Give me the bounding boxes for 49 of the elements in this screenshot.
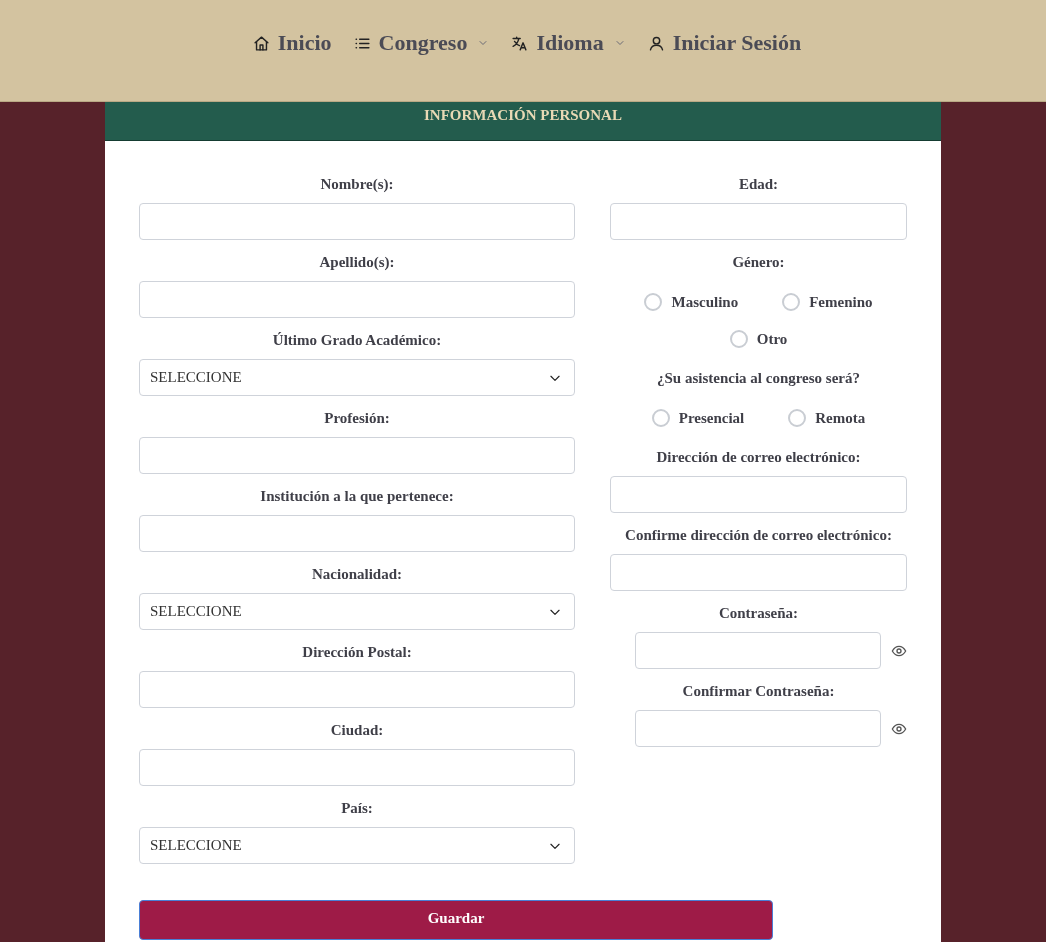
field-label: Confirme dirección de correo electrónico: [624, 526, 893, 545]
input-field[interactable] [139, 281, 575, 318]
field-label: Confirmar Contraseña: [681, 682, 836, 701]
input-field[interactable] [139, 515, 575, 552]
radio-option[interactable]: Otro [729, 328, 788, 350]
nav-link[interactable]: Iniciar Sesión [647, 30, 802, 56]
select-dropdown[interactable]: SELECCIONE [139, 827, 575, 864]
user-icon [647, 34, 665, 52]
field-label: Último Grado Académico: [271, 331, 443, 350]
field-label: Nacionalidad: [311, 565, 403, 584]
input-field[interactable] [610, 554, 907, 591]
section-title: INFORMACIÓN PERSONAL [105, 102, 941, 141]
field-label: Contraseña: [717, 604, 800, 623]
password-field[interactable] [635, 710, 881, 747]
field-label: Dirección Postal: [301, 643, 413, 662]
radio-option[interactable]: Masculino [644, 291, 739, 313]
input-field[interactable] [139, 671, 575, 708]
radio-circle[interactable] [782, 293, 801, 311]
field-label: ¿Su asistencia al congreso será? [655, 369, 862, 388]
input-field[interactable] [139, 749, 575, 786]
radio-circle[interactable] [788, 409, 807, 427]
field-label: Género: [731, 253, 786, 272]
field-label: Institución a la que pertenece: [259, 487, 455, 506]
radio-option[interactable]: Femenino [782, 291, 873, 313]
radio-circle[interactable] [729, 330, 748, 348]
radio-circle[interactable] [651, 409, 670, 427]
radio-option[interactable]: Remota [788, 407, 866, 429]
home-icon [252, 34, 270, 52]
select-dropdown[interactable]: SELECCIONE [139, 593, 575, 630]
radio-circle[interactable] [644, 293, 663, 311]
select-dropdown[interactable]: SELECCIONE [139, 359, 575, 396]
field-label: Dirección de correo electrónico: [655, 448, 862, 467]
field-label: Ciudad: [329, 721, 385, 740]
nav-link[interactable]: Inicio [252, 30, 332, 56]
radio-option[interactable]: Presencial [651, 407, 745, 429]
input-field[interactable] [139, 437, 575, 474]
field-label: Profesión: [323, 409, 391, 428]
input-field[interactable] [610, 203, 907, 240]
input-field[interactable] [610, 476, 907, 513]
field-label: Edad: [737, 175, 780, 194]
field-label: Apellido(s): [318, 253, 396, 272]
password-field[interactable] [635, 632, 881, 669]
nav-link[interactable]: Congreso [353, 30, 490, 56]
translate-icon [511, 34, 529, 52]
field-label: País: [340, 799, 374, 818]
field-label: Nombre(s): [319, 175, 395, 194]
input-field[interactable] [139, 203, 575, 240]
save-button[interactable]: Guardar [139, 900, 773, 940]
nav-link[interactable]: Idioma [511, 30, 626, 56]
